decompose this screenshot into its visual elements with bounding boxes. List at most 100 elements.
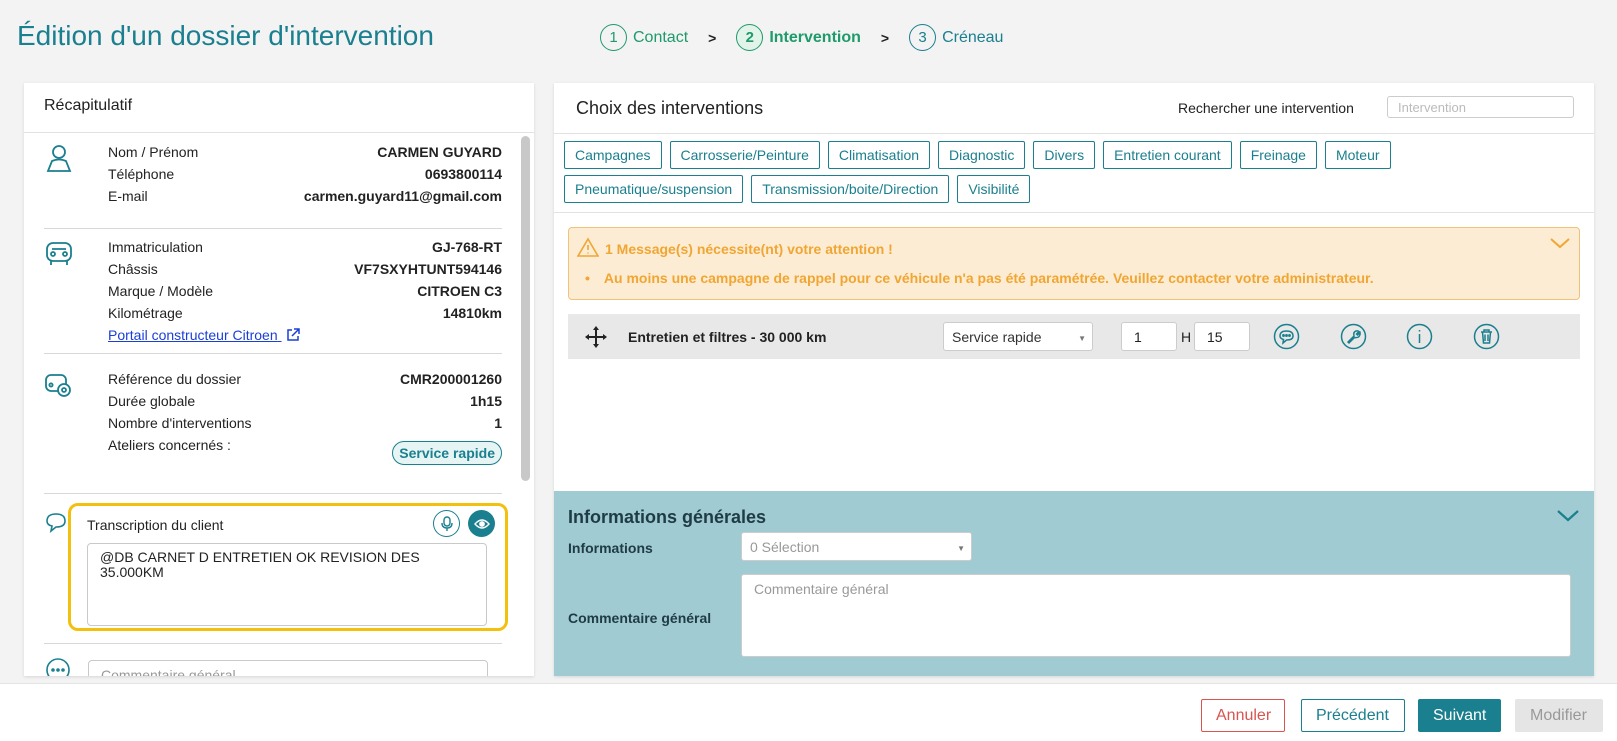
field-value: GJ-768-RT <box>431 239 502 255</box>
vehicle-model-row: Marque / Modèle CITROEN C3 <box>108 283 502 299</box>
portal-link[interactable]: Portail constructeur Citroen <box>108 327 300 343</box>
category-pneumatique[interactable]: Pneumatique/suspension <box>564 175 744 203</box>
move-icon[interactable] <box>584 325 608 349</box>
field-value: 0693800114 <box>424 166 502 182</box>
category-diagnostic[interactable]: Diagnostic <box>938 141 1026 169</box>
divider <box>44 353 502 354</box>
category-transmission[interactable]: Transmission/boite/Direction <box>751 175 950 203</box>
microphone-icon <box>440 515 453 531</box>
caret-down-icon: ▼ <box>1078 334 1086 343</box>
category-carrosserie[interactable]: Carrosserie/Peinture <box>669 141 820 169</box>
wrench-icon[interactable] <box>1340 323 1367 350</box>
field-label: Référence du dossier <box>108 371 242 387</box>
divider <box>44 228 502 229</box>
vehicle-mileage-row: Kilométrage 14810km <box>108 305 502 321</box>
step-creneau[interactable]: 3 Créneau <box>909 24 1003 51</box>
category-climatisation[interactable]: Climatisation <box>827 141 931 169</box>
modify-button[interactable]: Modifier <box>1515 699 1603 732</box>
field-value: carmen.guyard11@gmail.com <box>303 188 502 204</box>
workshop-select-value: Service rapide <box>952 329 1042 345</box>
field-label: Ateliers concernés : <box>108 437 231 453</box>
info-generale-title: Informations générales <box>568 507 767 527</box>
alert-message-item: • Au moins une campagne de rappel pour ce… <box>585 270 1374 286</box>
hours-input[interactable]: 1 <box>1121 322 1177 351</box>
dossier-count-row: Nombre d'interventions 1 <box>108 415 502 431</box>
dossier-section: Référence du dossier CMR200001260 Durée g… <box>44 368 502 478</box>
informations-label: Informations <box>568 540 653 556</box>
comment-icon[interactable] <box>1273 323 1300 350</box>
chevron-down-icon[interactable] <box>1556 507 1580 523</box>
car-settings-icon <box>45 374 71 397</box>
alert-message: Au moins une campagne de rappel pour ce … <box>603 270 1374 286</box>
field-value: CITROEN C3 <box>417 283 502 299</box>
category-freinage[interactable]: Freinage <box>1239 141 1317 169</box>
dossier-duration-row: Durée globale 1h15 <box>108 393 502 409</box>
hours-label: H <box>1181 329 1192 345</box>
divider <box>554 212 1594 213</box>
eye-button[interactable] <box>468 510 495 537</box>
comment-icon <box>46 658 70 676</box>
step-separator: > <box>880 29 890 46</box>
previous-button[interactable]: Précédent <box>1301 699 1405 732</box>
search-input[interactable]: Intervention <box>1387 96 1574 118</box>
atelier-badge: Service rapide <box>392 441 502 465</box>
interventions-title: Choix des interventions <box>576 98 764 118</box>
step-label: Créneau <box>942 28 1004 46</box>
field-value: 14810km <box>442 305 502 321</box>
step-label: Contact <box>633 28 689 46</box>
chevron-down-icon[interactable] <box>1549 236 1571 250</box>
field-label: Nom / Prénom <box>108 144 199 160</box>
vehicle-section: Immatriculation GJ-768-RT Châssis VF7SXYHT… <box>44 236 502 356</box>
contact-section: Nom / Prénom CARMEN GUYARD Téléphone 06938… <box>44 141 502 221</box>
page-title: Édition d'un dossier d'intervention <box>17 20 434 51</box>
category-entretien-courant[interactable]: Entretien courant <box>1103 141 1232 169</box>
trash-icon[interactable] <box>1473 323 1500 350</box>
warning-alert: 1 Message(s) nécessite(nt) votre attenti… <box>568 227 1580 300</box>
step-intervention[interactable]: 2 Intervention <box>736 24 861 51</box>
contact-email-row: E-mail carmen.guyard11@gmail.com <box>108 188 502 204</box>
comment-label: Commentaire général <box>568 610 712 626</box>
cancel-button[interactable]: Annuler <box>1201 699 1285 732</box>
bullet-icon: • <box>585 270 590 286</box>
vehicle-chassis-row: Châssis VF7SXYHTUNT594146 <box>108 261 502 277</box>
workshop-select[interactable]: Service rapide ▼ <box>943 322 1093 351</box>
category-bar: Campagnes Carrosserie/Peinture Climatisa… <box>564 141 1584 209</box>
mic-button[interactable] <box>433 510 460 537</box>
warning-icon <box>577 237 599 257</box>
minutes-input[interactable]: 15 <box>1194 322 1250 351</box>
category-visibilite[interactable]: Visibilité <box>957 175 1031 203</box>
info-icon[interactable] <box>1406 323 1433 350</box>
contact-phone-row: Téléphone 0693800114 <box>108 166 502 182</box>
recap-title: Récapitulatif <box>24 83 534 133</box>
field-value: VF7SXYHTUNT594146 <box>354 261 502 277</box>
category-divers[interactable]: Divers <box>1033 141 1096 169</box>
field-label: E-mail <box>108 188 148 204</box>
step-number: 3 <box>909 24 937 51</box>
divider <box>44 493 502 494</box>
informations-select[interactable]: 0 Sélection ▼ <box>741 532 972 561</box>
general-comment-textarea[interactable]: Commentaire général <box>741 574 1571 657</box>
step-number: 1 <box>600 24 627 51</box>
next-button[interactable]: Suivant <box>1418 699 1501 732</box>
field-label: Téléphone <box>108 166 175 182</box>
vehicle-plate-row: Immatriculation GJ-768-RT <box>108 239 502 255</box>
field-label: Marque / Modèle <box>108 283 214 299</box>
category-campagnes[interactable]: Campagnes <box>564 141 662 169</box>
step-contact[interactable]: 1 Contact <box>600 24 688 51</box>
search-label: Rechercher une intervention <box>1178 100 1354 116</box>
recap-scrollbar[interactable] <box>521 136 530 481</box>
field-value: 1 <box>494 415 502 431</box>
field-label: Kilométrage <box>108 305 183 321</box>
field-label: Nombre d'interventions <box>108 415 252 431</box>
category-moteur[interactable]: Moteur <box>1324 141 1391 169</box>
divider <box>44 643 502 644</box>
step-number: 2 <box>736 24 764 51</box>
step-separator: > <box>708 29 717 46</box>
field-label: Immatriculation <box>108 239 203 255</box>
portal-link-label: Portail constructeur Citroen <box>108 327 278 343</box>
transcription-textarea[interactable]: @DB CARNET D ENTRETIEN OK REVISION DES 3… <box>87 543 487 626</box>
recap-comment-input[interactable]: Commentaire général <box>88 660 488 676</box>
transcription-label: Transcription du client <box>87 517 224 533</box>
field-value: 1h15 <box>470 393 502 409</box>
field-label: Durée globale <box>108 393 196 409</box>
